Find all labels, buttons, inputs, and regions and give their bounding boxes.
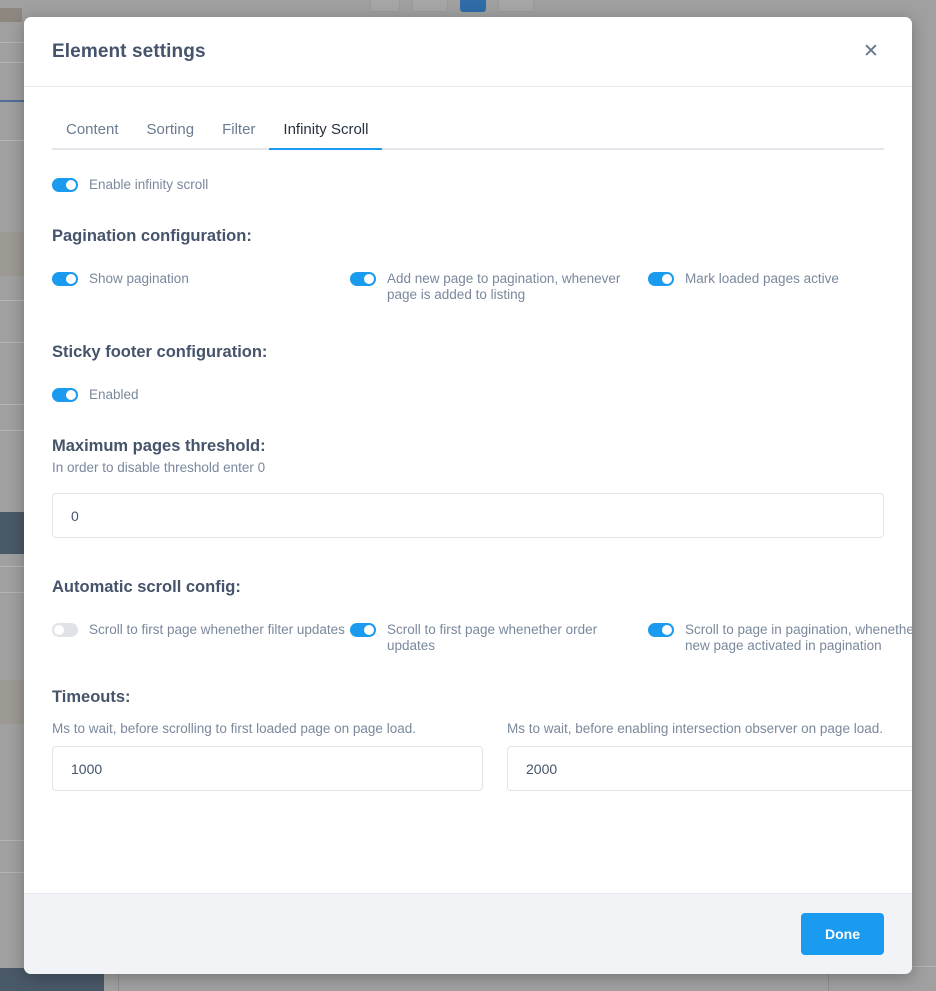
tab-content[interactable]: Content (52, 115, 133, 150)
add-new-page-to-pagination-label: Add new page to pagination, whenever pag… (387, 271, 621, 302)
dialog-footer: Done (24, 893, 912, 974)
background-pagination-item (412, 0, 448, 12)
background-divider (0, 62, 24, 63)
threshold-section-subtext: In order to disable threshold enter 0 (52, 460, 266, 475)
done-button[interactable]: Done (801, 913, 884, 955)
timeouts-row: Ms to wait, before scrolling to first lo… (52, 721, 912, 791)
add-new-page-to-pagination-toggle[interactable] (350, 272, 376, 286)
show-pagination-label: Show pagination (89, 271, 189, 286)
automatic-scroll-col-1: Scroll to first page whenether filter up… (52, 621, 350, 654)
background-pagination-item (498, 0, 534, 12)
scroll-on-order-update-label: Scroll to first page whenether order upd… (387, 622, 598, 653)
background-divider (0, 592, 24, 593)
scroll-on-filter-update-toggle[interactable] (52, 623, 78, 637)
pagination-section-heading: Pagination configuration: (52, 227, 252, 245)
toggle-knob (54, 625, 64, 635)
dialog-body: Content Sorting Filter Infinity Scroll E… (24, 87, 912, 893)
threshold-section-heading: Maximum pages threshold: (52, 437, 266, 455)
pagination-toggle-col-2: Add new page to pagination, whenever pag… (350, 270, 648, 303)
toggle-knob (662, 274, 672, 284)
toggle-knob (364, 274, 374, 284)
background-divider (0, 430, 24, 431)
background-divider (0, 840, 24, 841)
background-divider (0, 566, 24, 567)
background-thumbnail (0, 232, 24, 276)
sticky-footer-enabled-row: Enabled (52, 386, 884, 403)
timeouts-section-heading: Timeouts: (52, 688, 131, 706)
scroll-on-order-update-toggle[interactable] (350, 623, 376, 637)
sticky-footer-enabled-toggle[interactable] (52, 388, 78, 402)
background-divider (0, 872, 24, 873)
background-divider (0, 404, 24, 405)
background-thumbnail (0, 680, 24, 724)
timeout-field-1: Ms to wait, before scrolling to first lo… (52, 721, 483, 791)
background-pagination-item-active (460, 0, 486, 12)
pagination-toggle-col-1: Show pagination (52, 270, 350, 303)
background-divider (0, 300, 24, 301)
settings-tabs: Content Sorting Filter Infinity Scroll (52, 115, 884, 150)
automatic-scroll-toggle-row: Scroll to first page whenether filter up… (52, 621, 912, 654)
close-icon[interactable]: ✕ (858, 39, 884, 65)
toggle-knob (364, 625, 374, 635)
background-thumbnail (0, 8, 22, 22)
timeout-observer-label: Ms to wait, before enabling intersection… (507, 721, 883, 736)
pagination-toggle-col-3: Mark loaded pages active (648, 270, 912, 303)
tab-infinity-scroll[interactable]: Infinity Scroll (269, 115, 383, 150)
max-pages-threshold-input[interactable] (52, 493, 884, 538)
sticky-footer-section-heading: Sticky footer configuration: (52, 343, 268, 361)
background-selected-row (0, 512, 24, 554)
scroll-on-filter-update-label: Scroll to first page whenether filter up… (89, 622, 345, 637)
tab-sorting[interactable]: Sorting (133, 115, 209, 150)
dialog-title: Element settings (52, 40, 206, 62)
timeout-field-2: Ms to wait, before enabling intersection… (507, 721, 912, 791)
tab-filter[interactable]: Filter (208, 115, 269, 150)
element-settings-dialog: Element settings ✕ Content Sorting Filte… (24, 17, 912, 974)
automatic-scroll-col-2: Scroll to first page whenether order upd… (350, 621, 648, 654)
pagination-toggle-row: Show pagination Add new page to paginati… (52, 270, 884, 303)
background-accent-line (0, 100, 24, 102)
mark-loaded-pages-active-label: Mark loaded pages active (685, 271, 839, 286)
background-divider (0, 342, 24, 343)
automatic-scroll-col-3: Scroll to page in pagination, whenether … (648, 621, 912, 654)
enable-infinity-scroll-toggle[interactable] (52, 178, 78, 192)
automatic-scroll-section-heading: Automatic scroll config: (52, 578, 241, 596)
scroll-to-page-in-pagination-label: Scroll to page in pagination, whenether … (685, 622, 912, 653)
toggle-knob (66, 390, 76, 400)
toggle-knob (662, 625, 672, 635)
toggle-knob (66, 180, 76, 190)
show-pagination-toggle[interactable] (52, 272, 78, 286)
dialog-header: Element settings ✕ (24, 17, 912, 87)
background-divider (0, 140, 24, 141)
toggle-knob (66, 274, 76, 284)
timeout-scroll-label: Ms to wait, before scrolling to first lo… (52, 721, 416, 736)
scroll-to-page-in-pagination-toggle[interactable] (648, 623, 674, 637)
timeout-observer-input[interactable] (507, 746, 912, 791)
enable-infinity-scroll-label: Enable infinity scroll (89, 177, 209, 192)
sticky-footer-enabled-label: Enabled (89, 387, 139, 402)
timeout-scroll-input[interactable] (52, 746, 483, 791)
mark-loaded-pages-active-toggle[interactable] (648, 272, 674, 286)
enable-infinity-scroll-row: Enable infinity scroll (52, 176, 884, 193)
background-divider (0, 42, 24, 43)
background-pagination-item (370, 0, 400, 12)
